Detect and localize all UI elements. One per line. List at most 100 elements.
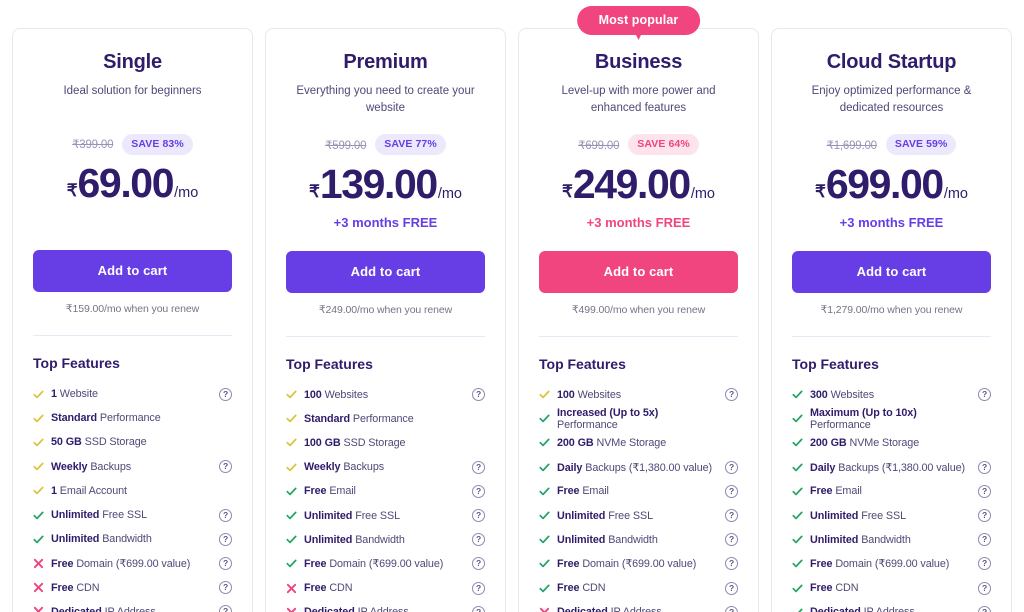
help-tooltip-icon[interactable]: ? — [978, 461, 991, 474]
feature-description: Domain (₹699.00 value) — [73, 558, 190, 570]
help-tooltip-icon[interactable]: ? — [725, 509, 738, 522]
check-green-icon — [792, 462, 803, 473]
help-tooltip-icon[interactable]: ? — [978, 606, 991, 612]
feature-description: SSD Storage — [82, 436, 147, 448]
check-green-icon — [286, 486, 297, 497]
help-tooltip-icon[interactable]: ? — [219, 509, 232, 522]
feature-label: Standard Performance — [51, 412, 212, 424]
feature-label: 1 Email Account — [51, 485, 212, 497]
renewal-note: ₹159.00/mo when you renew — [33, 303, 232, 315]
help-tooltip-icon[interactable]: ? — [725, 557, 738, 570]
help-tooltip-icon[interactable]: ? — [472, 582, 485, 595]
help-tooltip-icon[interactable]: ? — [219, 557, 232, 570]
original-price: ₹1,699.00 — [827, 138, 877, 152]
help-tooltip-icon[interactable]: ? — [725, 533, 738, 546]
feature-row: Standard Performance? — [286, 407, 485, 431]
help-tooltip-icon[interactable]: ? — [472, 388, 485, 401]
help-tooltip-icon[interactable]: ? — [725, 582, 738, 595]
feature-description: Free SSL — [99, 509, 147, 521]
feature-value: 100 — [304, 389, 322, 401]
check-green-icon — [33, 510, 44, 521]
most-popular-badge: Most popular — [577, 6, 701, 35]
feature-description: Websites — [828, 389, 874, 401]
feature-description: Website — [57, 388, 98, 400]
help-tooltip-icon[interactable]: ? — [472, 533, 485, 546]
help-tooltip-icon[interactable]: ? — [472, 557, 485, 570]
price-amount: 139.00 — [320, 164, 437, 205]
feature-label: Standard Performance — [304, 413, 465, 425]
feature-row: Free CDN? — [286, 576, 485, 600]
add-to-cart-button[interactable]: Add to cart — [792, 251, 991, 293]
help-tooltip-icon[interactable]: ? — [978, 557, 991, 570]
help-tooltip-icon[interactable]: ? — [725, 485, 738, 498]
price-amount: 249.00 — [573, 164, 690, 205]
feature-label: Free Email — [557, 485, 718, 497]
feature-row: Dedicated IP Address? — [286, 600, 485, 612]
feature-list: 1 Website?Standard Performance?50 GB SSD… — [33, 382, 232, 612]
check-green-icon — [286, 510, 297, 521]
price-block: ₹1,699.00SAVE 59%₹699.00/mo+3 months FRE… — [792, 135, 991, 232]
features-heading: Top Features — [792, 356, 991, 372]
help-tooltip-icon[interactable]: ? — [978, 388, 991, 401]
plan-title: Premium — [286, 51, 485, 74]
price-block: ₹599.00SAVE 77%₹139.00/mo+3 months FREE — [286, 135, 485, 232]
feature-value: Free — [304, 485, 326, 497]
help-tooltip-icon[interactable]: ? — [472, 509, 485, 522]
feature-description: IP Address — [608, 606, 662, 612]
current-price: ₹699.00/mo — [792, 164, 991, 205]
help-tooltip-icon[interactable]: ? — [219, 605, 232, 612]
check-yellow-icon — [33, 389, 44, 400]
add-to-cart-button[interactable]: Add to cart — [539, 251, 738, 293]
feature-value: Unlimited — [51, 533, 99, 545]
feature-row: Weekly Backups? — [33, 455, 232, 479]
check-green-icon — [792, 583, 803, 594]
save-badge: SAVE 77% — [375, 134, 446, 155]
feature-row: Free CDN? — [539, 576, 738, 600]
help-tooltip-icon[interactable]: ? — [219, 533, 232, 546]
feature-value: Standard — [51, 412, 97, 424]
help-tooltip-icon[interactable]: ? — [978, 533, 991, 546]
check-green-icon — [539, 437, 550, 448]
plan-card: BusinessLevel-up with more power and enh… — [518, 28, 759, 612]
feature-label: Daily Backups (₹1,380.00 value) — [810, 461, 971, 474]
help-tooltip-icon[interactable]: ? — [725, 388, 738, 401]
feature-label: Free CDN — [304, 582, 465, 594]
feature-description: Bandwidth — [99, 533, 151, 545]
feature-description: CDN — [73, 582, 99, 594]
check-green-icon — [792, 558, 803, 569]
free-months-note: +3 months FREE — [792, 215, 991, 232]
check-green-icon — [792, 510, 803, 521]
feature-description: SSD Storage — [341, 437, 406, 449]
price-period: /mo — [438, 187, 462, 202]
help-tooltip-icon[interactable]: ? — [472, 461, 485, 474]
help-tooltip-icon[interactable]: ? — [219, 460, 232, 473]
add-to-cart-button[interactable]: Add to cart — [33, 250, 232, 292]
feature-description: Websites — [322, 389, 368, 401]
help-tooltip-icon[interactable]: ? — [472, 485, 485, 498]
help-tooltip-icon[interactable]: ? — [219, 388, 232, 401]
feature-label: Unlimited Bandwidth — [304, 534, 465, 546]
help-tooltip-icon[interactable]: ? — [725, 461, 738, 474]
add-to-cart-button[interactable]: Add to cart — [286, 251, 485, 293]
help-tooltip-icon[interactable]: ? — [978, 485, 991, 498]
help-tooltip-icon[interactable]: ? — [978, 509, 991, 522]
feature-label: Free Domain (₹699.00 value) — [304, 557, 465, 570]
feature-label: 100 Websites — [557, 389, 718, 401]
feature-row: Dedicated IP Address? — [33, 600, 232, 612]
free-months-note: +3 months FREE — [286, 215, 485, 232]
feature-row: Standard Performance? — [33, 406, 232, 430]
feature-value: Weekly — [304, 461, 340, 473]
help-tooltip-icon[interactable]: ? — [472, 606, 485, 612]
section-divider — [539, 336, 738, 337]
section-divider — [33, 335, 232, 336]
feature-row: Free Email? — [286, 479, 485, 503]
feature-label: Daily Backups (₹1,380.00 value) — [557, 461, 718, 474]
feature-label: Free CDN — [810, 582, 971, 594]
help-tooltip-icon[interactable]: ? — [219, 581, 232, 594]
help-tooltip-icon[interactable]: ? — [978, 582, 991, 595]
help-tooltip-icon[interactable]: ? — [725, 606, 738, 612]
feature-value: Free — [810, 485, 832, 497]
plan-title: Business — [539, 51, 738, 74]
feature-value: Free — [810, 582, 832, 594]
feature-description: Domain (₹699.00 value) — [832, 558, 949, 570]
